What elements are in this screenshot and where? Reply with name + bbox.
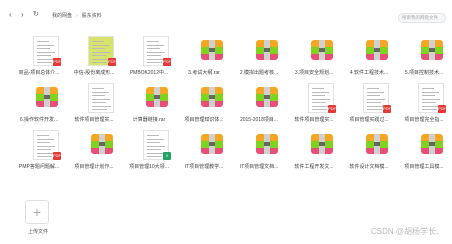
excel-icon: X <box>163 152 171 160</box>
file-name: 项目管理知识体... <box>184 117 224 123</box>
back-icon[interactable]: ‹ <box>9 11 12 19</box>
archive-icon <box>78 128 113 161</box>
file-name: IT项目管理教学... <box>184 164 224 170</box>
upload-button[interactable]: + <box>25 200 49 224</box>
file-item[interactable]: PDF 项目管理完全指... <box>399 81 452 128</box>
chevron-right-icon: › <box>76 12 78 19</box>
file-item[interactable]: PDF 商品-项目总体介... <box>14 34 69 81</box>
archive-icon <box>133 81 168 114</box>
file-name: 软件设计文档模... <box>349 164 389 170</box>
archive-icon <box>243 81 278 114</box>
document-thumbnail: PDF <box>408 81 446 114</box>
file-item[interactable]: 项目管理知识体... <box>179 81 234 128</box>
file-name: PMP答题问题解... <box>18 164 59 170</box>
file-item[interactable]: 软件设计文档模... <box>344 128 399 175</box>
file-name: 商品-项目总体介... <box>18 70 60 76</box>
archive-icon <box>298 34 333 67</box>
file-item[interactable]: PDF 中信-股份离成形... <box>69 34 124 81</box>
file-name: 项目管理实践过... <box>349 117 389 123</box>
file-item[interactable]: PDF 项目管理实践过... <box>344 81 399 128</box>
file-item[interactable]: X 项目管理10大领... <box>124 128 179 175</box>
document-thumbnail: PDF <box>298 81 336 114</box>
file-item[interactable]: 项目管理计划作... <box>69 128 124 175</box>
file-name: 2.模拟出题考核... <box>239 70 279 76</box>
file-item[interactable]: 项目管理工具模... <box>399 128 452 175</box>
toolbar: ‹ › ↻ 我的网盘 › 股东资料 搜索我的网盘文件 <box>0 0 452 30</box>
file-item[interactable]: 3.考试大纲.rar <box>179 34 234 81</box>
file-item[interactable]: 计算器链接.rar <box>124 81 179 128</box>
archive-icon <box>353 34 388 67</box>
file-name: 项目管理工具模... <box>404 164 444 170</box>
pdf-icon: PDF <box>328 105 336 113</box>
file-name: 软件工程开发文... <box>294 164 334 170</box>
file-name: 2015-2018项目... <box>239 117 279 123</box>
pdf-icon: PDF <box>383 105 391 113</box>
file-item[interactable]: 4.软件工程技术... <box>344 34 399 81</box>
pdf-icon: PDF <box>438 105 446 113</box>
file-name: IT项目管理文档... <box>239 164 279 170</box>
breadcrumb: 我的网盘 › 股东资料 <box>52 12 102 20</box>
file-item[interactable]: IT项目管理文档... <box>234 128 289 175</box>
pdf-icon: PDF <box>53 58 61 66</box>
archive-icon <box>243 128 278 161</box>
refresh-icon[interactable]: ↻ <box>33 11 39 19</box>
archive-icon <box>188 128 223 161</box>
document-thumbnail: PDF <box>23 128 61 161</box>
watermark: CSDN @胡杨学长、 <box>370 227 444 236</box>
file-item[interactable]: PDF 软件项目管理实... <box>289 81 344 128</box>
file-name: 项目管理完全指... <box>404 117 444 123</box>
file-item[interactable]: 软件工程开发文... <box>289 128 344 175</box>
archive-icon <box>188 34 223 67</box>
upload-label: 上传文件 <box>27 229 48 235</box>
file-name: 6.操作软件开发... <box>19 117 59 123</box>
file-name: 软件项目管理实... <box>294 117 334 123</box>
file-name: 3.考试大纲.rar <box>188 70 220 76</box>
archive-icon <box>298 128 333 161</box>
document-thumbnail: PDF <box>353 81 391 114</box>
pdf-icon: PDF <box>53 152 61 160</box>
file-item[interactable]: PDF PMBOK2012中... <box>124 34 179 81</box>
file-name: 5.项目控制技术... <box>404 70 444 76</box>
file-name: 计算器链接.rar <box>132 117 166 123</box>
file-item[interactable]: IT项目管理教学... <box>179 128 234 175</box>
breadcrumb-item-root[interactable]: 我的网盘 <box>52 12 72 19</box>
file-name: 中信-股份离成形... <box>73 70 115 76</box>
file-item[interactable]: 5.项目控制技术... <box>399 34 452 81</box>
archive-icon <box>408 128 443 161</box>
file-name: 3.项目安全规划... <box>294 70 334 76</box>
search-input[interactable]: 搜索我的网盘文件 <box>398 13 446 23</box>
pdf-icon: PDF <box>108 58 116 66</box>
archive-icon <box>353 128 388 161</box>
pdf-icon: PDF <box>163 58 171 66</box>
file-item[interactable]: 2015-2018项目... <box>234 81 289 128</box>
spreadsheet-thumbnail: X <box>133 128 171 161</box>
file-item[interactable]: PDF PMP答题问题解... <box>14 128 69 175</box>
file-name: 4.软件工程技术... <box>349 70 389 76</box>
document-thumbnail <box>78 81 114 114</box>
file-item[interactable]: 软件项目管理实... <box>69 81 124 128</box>
file-item[interactable]: 3.项目安全规划... <box>289 34 344 81</box>
file-grid: PDF 商品-项目总体介... PDF 中信-股份离成形... PDF PMBOK2012… <box>14 34 452 175</box>
archive-icon <box>188 81 223 114</box>
document-thumbnail: PDF <box>23 34 61 67</box>
breadcrumb-item-current: 股东资料 <box>81 13 102 19</box>
archive-icon <box>408 34 443 67</box>
file-name: 软件项目管理实... <box>74 117 114 123</box>
file-name: PMBOK2012中... <box>129 70 169 76</box>
forward-icon[interactable]: › <box>21 11 24 19</box>
archive-icon <box>23 81 58 114</box>
document-thumbnail: PDF <box>78 34 116 67</box>
archive-icon <box>243 34 278 67</box>
file-item[interactable]: 6.操作软件开发... <box>14 81 69 128</box>
document-thumbnail: PDF <box>133 34 171 67</box>
file-name: 项目管理10大领... <box>129 164 169 170</box>
file-name: 项目管理计划作... <box>74 164 114 170</box>
file-item[interactable]: 2.模拟出题考核... <box>234 34 289 81</box>
